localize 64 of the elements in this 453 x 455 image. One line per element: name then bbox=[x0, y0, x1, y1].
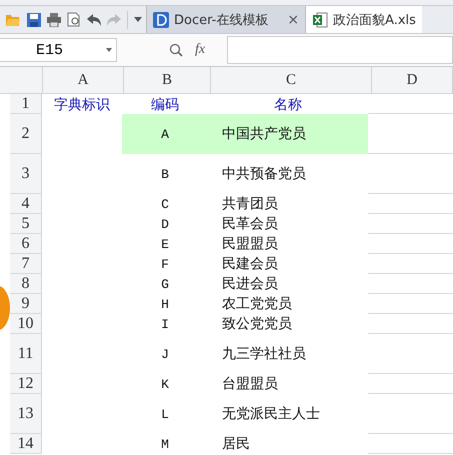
dropdown-icon[interactable] bbox=[134, 17, 142, 22]
table-cell-text: 致公党党员 bbox=[221, 315, 293, 334]
close-button[interactable]: × bbox=[287, 12, 300, 28]
table-cell-text: 民建会员 bbox=[221, 255, 279, 274]
row-header[interactable]: 7 bbox=[10, 254, 42, 274]
tab-label: 政治面貌A.xls bbox=[333, 12, 416, 28]
table-cell-text: E bbox=[160, 236, 170, 254]
name-box[interactable]: E15 bbox=[0, 38, 117, 62]
print-icon[interactable] bbox=[47, 12, 61, 26]
table-cell-text: 字典标识 bbox=[53, 96, 111, 114]
row-header[interactable]: 4 bbox=[10, 194, 42, 214]
table-cell-text: 编码 bbox=[150, 96, 180, 114]
table-cell-text: 共青团员 bbox=[221, 195, 279, 214]
undo-icon[interactable] bbox=[87, 14, 101, 26]
function-button[interactable]: fx bbox=[195, 42, 206, 58]
save-icon[interactable] bbox=[27, 12, 41, 26]
table-cell: 中国共产党员 bbox=[208, 114, 368, 154]
tab-label: Docer-在线模板 bbox=[174, 12, 268, 28]
table-cell-text: 九三学社社员 bbox=[221, 345, 307, 364]
table-cell-text: 民进会员 bbox=[221, 275, 279, 294]
table-cell-text: G bbox=[160, 276, 170, 294]
row-header[interactable]: 8 bbox=[10, 274, 42, 294]
row-header[interactable]: 13 bbox=[10, 394, 42, 434]
table-cell-text: 名称 bbox=[273, 96, 303, 114]
print-preview-icon[interactable] bbox=[67, 12, 81, 27]
table-cell-text: 民革会员 bbox=[221, 215, 279, 234]
table-cell-text: K bbox=[160, 376, 170, 394]
row-header[interactable]: 6 bbox=[10, 234, 42, 254]
column-header[interactable]: C bbox=[211, 67, 372, 93]
row-header[interactable]: 12 bbox=[10, 374, 42, 394]
spreadsheet-icon bbox=[312, 12, 328, 28]
table-cell-text: C bbox=[160, 196, 170, 214]
table-cell-text: F bbox=[160, 256, 170, 274]
document-icon bbox=[153, 12, 169, 28]
table-cell-text: J bbox=[160, 346, 170, 364]
row-header[interactable]: 11 bbox=[10, 334, 42, 374]
zoom-icon[interactable] bbox=[169, 43, 183, 57]
table-cell-text: 居民 bbox=[221, 435, 251, 454]
formula-input[interactable] bbox=[227, 36, 453, 64]
table-cell: A bbox=[122, 114, 208, 154]
row-header[interactable]: 5 bbox=[10, 214, 42, 234]
row-header[interactable]: 3 bbox=[10, 154, 42, 194]
column-header[interactable]: B bbox=[124, 67, 211, 93]
table-cell-text: I bbox=[160, 316, 170, 334]
table-cell-text: 台盟盟员 bbox=[221, 375, 279, 394]
row-header[interactable]: 10 bbox=[10, 314, 42, 334]
table-cell-text: 民盟盟员 bbox=[221, 235, 279, 254]
row-header[interactable]: 2 bbox=[10, 114, 42, 154]
table-cell-text: L bbox=[160, 406, 170, 424]
caret-icon bbox=[106, 48, 112, 52]
column-header[interactable]: A bbox=[43, 67, 124, 93]
table-cell-text: M bbox=[160, 436, 170, 454]
table-cell-text: D bbox=[160, 216, 170, 234]
row-header[interactable]: 1 bbox=[10, 94, 42, 114]
table-cell-text: 无党派民主人士 bbox=[221, 405, 321, 424]
row-header[interactable]: 9 bbox=[10, 294, 42, 314]
table-cell-text: H bbox=[160, 296, 170, 314]
document-tab[interactable]: 政治面貌A.xls bbox=[305, 6, 422, 33]
column-header[interactable]: D bbox=[372, 67, 453, 93]
table-cell-text: 中共预备党员 bbox=[221, 165, 307, 184]
table-cell-text: B bbox=[160, 166, 170, 184]
table-cell-text: 农工党党员 bbox=[221, 295, 293, 314]
document-tab[interactable]: Docer-在线模板 × bbox=[146, 6, 306, 33]
row-header[interactable]: 14 bbox=[10, 434, 42, 454]
